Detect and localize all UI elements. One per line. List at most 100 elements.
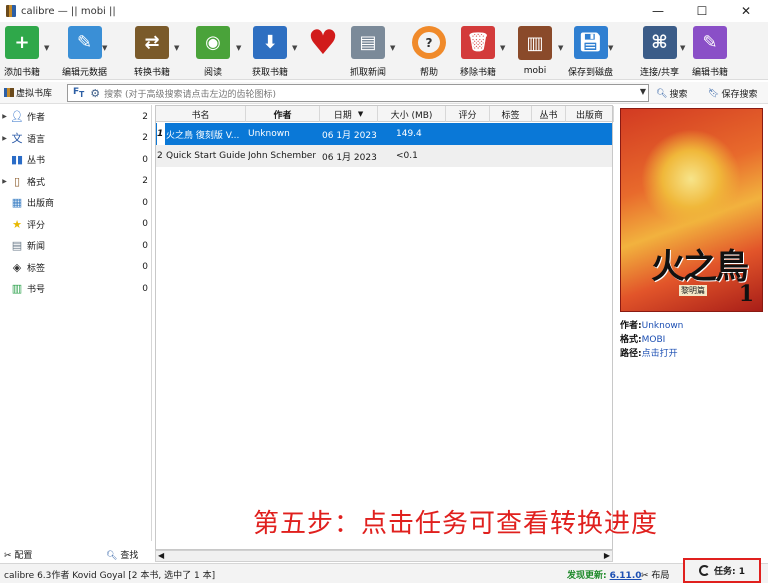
tag-icon: ◈ [12, 260, 22, 274]
column-header-7[interactable]: 出版商 [566, 106, 614, 122]
get-books-icon: ⬇ [253, 26, 287, 59]
column-header-label: 书名 [191, 110, 210, 121]
category-star[interactable]: ★ 评分 0 [0, 214, 152, 235]
table-row[interactable]: 1 火之鳥 復刻版 V... Unknown 06 1月 2023 149.4 [156, 123, 612, 145]
toolbar-device-button[interactable]: 💾︎ 保存到磁盘 ▼ [568, 24, 613, 78]
column-header-6[interactable]: 丛书 [532, 106, 566, 122]
full-text-search-icon[interactable]: FT [73, 87, 84, 99]
column-header-2[interactable]: 日期 ▼ [320, 106, 378, 122]
edit-book-icon: ✎ [693, 26, 727, 59]
expand-arrow-icon[interactable]: ▶ [0, 113, 9, 120]
chevron-down-icon[interactable]: ▼ [174, 44, 179, 52]
category-label: 语言 [27, 134, 46, 145]
chevron-down-icon[interactable]: ▼ [236, 44, 241, 52]
chevron-down-icon[interactable]: ▼ [44, 44, 49, 52]
category-series[interactable]: ▮▮ 丛书 0 [0, 149, 152, 170]
toolbar-fetch-label: 获取书籍 [252, 68, 289, 78]
layout-button[interactable]: ✂ 布局 [641, 568, 669, 581]
category-format[interactable]: ▶ ▯ 格式 2 [0, 171, 152, 192]
toolbar-help-label: 帮助 [419, 68, 438, 78]
category-language[interactable]: ▶ 文语言 2 [0, 128, 152, 149]
toolbar-convert-button[interactable]: ⇄ 转换书籍 ▼ [134, 24, 179, 78]
category-label: 丛书 [27, 156, 46, 166]
chevron-down-icon[interactable]: ▼ [102, 44, 107, 52]
save-to-disk-icon: 💾︎ [573, 26, 608, 59]
book-cover[interactable]: 火之鳥 黎明篇 1 [620, 108, 763, 312]
toolbar-library-label: mobi [523, 66, 547, 76]
column-header-label: 标签 [501, 110, 520, 121]
author-link[interactable]: Unknown [642, 321, 684, 331]
gear-icon[interactable]: ⚙ [90, 87, 100, 100]
toolbar-view-label: 阅读 [203, 68, 222, 78]
toolbar-fetch-button[interactable]: ⬇ 获取书籍 ▼ [252, 24, 297, 78]
toolbar-news-button[interactable]: ▤ 抓取新闻 ▼ [350, 24, 395, 78]
category-count: 2 [142, 176, 148, 186]
scroll-left-icon[interactable]: ◀ [158, 551, 164, 560]
save-search-label: 保存搜索 [721, 90, 758, 100]
cover-volume: 1 [738, 281, 754, 307]
book-list: 书名 作者 日期 ▼ 大小 (MB) 评分 标签 丛书 出版商 1 火之鳥 復刻版 V... Un… [155, 105, 614, 550]
format-link[interactable]: MOBI [642, 335, 666, 345]
expand-arrow-icon[interactable]: ▶ [0, 178, 9, 185]
chevron-down-icon[interactable]: ▼ [680, 44, 685, 52]
toolbar-donate-button[interactable]: ♥ [306, 23, 340, 78]
search-icon: 🔍︎ [106, 551, 118, 561]
chevron-down-icon[interactable]: ▼ [608, 44, 613, 52]
horizontal-scrollbar[interactable]: ◀ ▶ [155, 550, 613, 562]
toolbar-remove-button[interactable]: 🗑︎ 移除书籍 ▼ [460, 24, 505, 78]
detail-author: 作者:Unknown [620, 321, 684, 331]
save-search-button[interactable]: 🔖︎ 保存搜索 [708, 87, 758, 101]
connect-share-icon: ⌘ [642, 26, 677, 59]
find-button[interactable]: 🔍︎ 查找 [106, 548, 138, 561]
toolbar-connect-button[interactable]: ⌘ 连接/共享 ▼ [640, 24, 685, 78]
category-count: 2 [142, 111, 148, 122]
help-lifebuoy-icon: ? [412, 26, 446, 59]
chevron-down-icon[interactable]: ▼ [390, 44, 395, 52]
chevron-down-icon[interactable]: ▼ [640, 87, 646, 96]
maximize-button[interactable]: ☐ [680, 0, 724, 22]
update-version-link[interactable]: 6.11.0 [610, 571, 642, 581]
toolbar-add-button[interactable]: + 添加书籍 ▼ [4, 24, 49, 78]
category-tag[interactable]: ◈ 标签 0 [0, 257, 152, 278]
column-header-5[interactable]: 标签 [490, 106, 532, 122]
category-barcode[interactable]: ▥ 书号 0 [0, 278, 152, 299]
toolbar-library-button[interactable]: ▥ mobi ▼ [518, 24, 563, 78]
minimize-button[interactable]: — [636, 0, 680, 22]
toolbar-edit-label: 编辑元数据 [62, 68, 108, 78]
search-button[interactable]: 🔍︎ 搜索 [656, 87, 688, 101]
edit-metadata-icon: ✎ [67, 26, 102, 59]
category-publisher[interactable]: ▦ 出版商 0 [0, 192, 152, 213]
update-notice: 发现更新: 6.11.0 [567, 571, 642, 581]
column-header-3[interactable]: 大小 (MB) [378, 106, 446, 122]
column-header-0[interactable]: 书名 [156, 106, 246, 122]
toolbar-view-button[interactable]: ◉ 阅读 ▼ [196, 24, 241, 78]
table-row[interactable]: 2 Quick Start Guide John Schember 06 1月 202… [156, 145, 612, 167]
jobs-button[interactable]: 任务: 1 [683, 558, 761, 583]
category-count: 0 [142, 262, 148, 272]
category-person[interactable]: ▶ 👤︎ 作者 2 [0, 106, 152, 127]
toolbar-help-button[interactable]: ? 帮助 [412, 24, 446, 78]
main-toolbar: + 添加书籍 ▼ ✎ 编辑元数据 ▼ ⇄ 转换书籍 ▼ ◉ 阅读 ▼ ⬇ 获取书籍 ▼ ♥ ▤ 抓取新闻 ▼? 帮助 🗑… [0, 22, 768, 80]
scroll-right-icon[interactable]: ▶ [604, 551, 610, 560]
news-icon: ▤ [11, 239, 23, 252]
toolbar-add-label: 添加书籍 [4, 68, 41, 78]
convert-books-icon: ⇄ [135, 26, 169, 59]
chevron-down-icon[interactable]: ▼ [558, 44, 563, 52]
chevron-down-icon[interactable]: ▼ [292, 44, 297, 52]
virtual-library-button[interactable]: 虚拟书库 [4, 86, 52, 99]
column-header-label: 作者 [273, 110, 292, 121]
path-link[interactable]: 点击打开 [642, 349, 678, 359]
column-header-1[interactable]: 作者 [246, 106, 320, 122]
column-header-4[interactable]: 评分 [446, 106, 490, 122]
search-button-label: 搜索 [669, 90, 688, 100]
expand-arrow-icon[interactable]: ▶ [0, 135, 9, 142]
news-icon: ▤ [351, 26, 385, 59]
chevron-down-icon[interactable]: ▼ [500, 44, 505, 52]
category-news[interactable]: ▤ 新闻 0 [0, 235, 152, 256]
close-button[interactable]: ✕ [724, 0, 768, 22]
configure-button[interactable]: ✂ 配置 [4, 548, 32, 561]
toolbar-editbook-button[interactable]: ✎ 编辑书籍 [692, 24, 728, 78]
cover-title: 火之鳥 [651, 247, 749, 287]
toolbar-edit-button[interactable]: ✎ 编辑元数据 ▼ [62, 24, 107, 78]
search-input[interactable]: FT ⚙ 搜索 (对于高级搜索请点击左边的齿轮图标) ▼ [67, 84, 649, 102]
